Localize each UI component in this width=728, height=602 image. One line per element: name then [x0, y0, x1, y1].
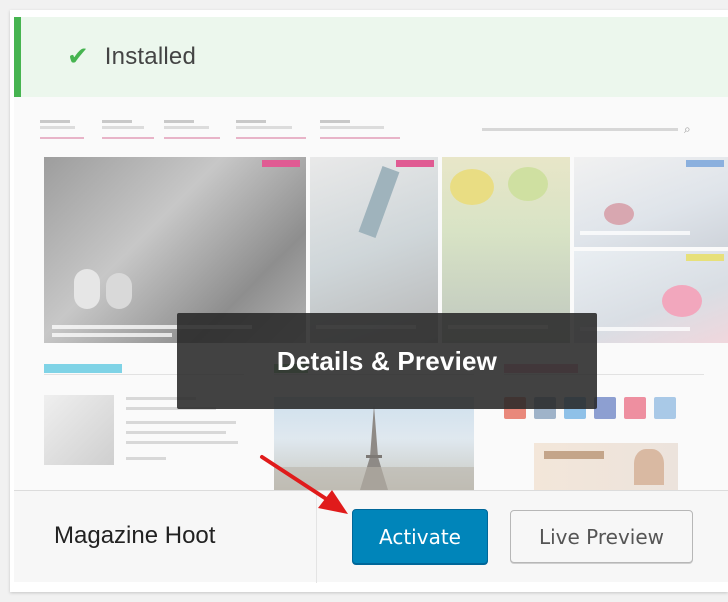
theme-name: Magazine Hoot [54, 522, 216, 549]
preview-text-line [126, 421, 236, 424]
search-icon: ⌕ [684, 122, 691, 136]
footer-divider [316, 491, 317, 583]
theme-card-footer: Magazine Hoot Activate Live Preview [14, 490, 728, 583]
preview-text-line [126, 441, 238, 444]
preview-nav-item [320, 120, 400, 139]
live-preview-button[interactable]: Live Preview [510, 510, 693, 563]
preview-text-line [126, 457, 166, 460]
checkmark-icon: ✔ [67, 42, 89, 72]
preview-text-line [126, 431, 226, 434]
preview-nav-item [164, 120, 220, 139]
preview-ad-banner [534, 443, 678, 490]
preview-nav-item [40, 120, 84, 139]
eiffel-tower-icon [274, 405, 474, 490]
preview-topbar: ⌕ [14, 97, 728, 147]
preview-tile-image [574, 251, 728, 343]
preview-top-links [482, 128, 678, 131]
installed-text: Installed [104, 43, 196, 70]
preview-nav-item [102, 120, 154, 139]
details-preview-overlay[interactable]: Details & Preview [177, 313, 597, 409]
skype-icon [654, 397, 676, 419]
installed-notice: ✔ Installed [14, 17, 728, 97]
facebook-icon [594, 397, 616, 419]
preview-post-thumbnail [44, 395, 114, 465]
preview-eiffel-image [274, 397, 474, 490]
activate-button[interactable]: Activate [352, 509, 488, 564]
preview-nav-item [236, 120, 306, 139]
theme-screenshot[interactable]: ⌕ Details & Preview [14, 97, 728, 490]
pinterest-icon [624, 397, 646, 419]
preview-tile-image [574, 157, 728, 247]
